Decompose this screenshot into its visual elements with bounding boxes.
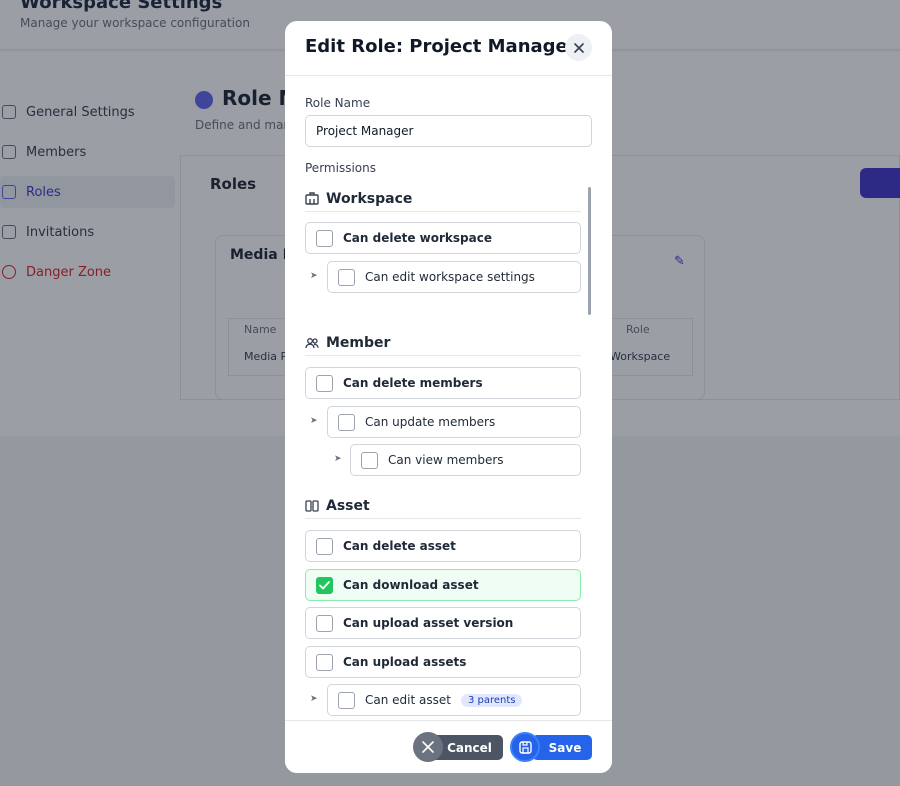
permission-label: Can upload asset version bbox=[343, 616, 514, 630]
child-arrow-icon: ➤ bbox=[310, 416, 318, 426]
permission-label: Can update members bbox=[365, 415, 496, 429]
parents-badge: 3 parents bbox=[460, 693, 523, 707]
save-icon bbox=[518, 740, 532, 754]
close-button[interactable] bbox=[565, 34, 592, 61]
permission-row[interactable]: Can delete workspace bbox=[305, 222, 581, 254]
modal-footer: Cancel Save bbox=[285, 720, 612, 773]
checkbox[interactable] bbox=[316, 653, 333, 671]
check-icon bbox=[319, 580, 330, 589]
permission-label: Can upload assets bbox=[343, 655, 467, 669]
group-title: Asset bbox=[326, 497, 370, 514]
checkbox[interactable] bbox=[316, 229, 333, 247]
modal-header: Edit Role: Project Manager bbox=[285, 21, 612, 76]
cancel-label: Cancel bbox=[447, 740, 492, 755]
permission-row[interactable]: Can edit asset 3 parents bbox=[327, 684, 581, 716]
building-icon bbox=[305, 192, 319, 206]
child-arrow-icon: ➤ bbox=[310, 694, 318, 704]
role-name-input[interactable] bbox=[305, 115, 592, 147]
permissions-list[interactable]: Workspace Can delete workspace ➤ Can edi… bbox=[305, 186, 596, 716]
close-icon bbox=[573, 42, 584, 53]
save-icon-button[interactable] bbox=[510, 732, 540, 762]
group-member: Member bbox=[305, 330, 581, 356]
checkbox[interactable] bbox=[338, 268, 355, 286]
permission-label: Can delete members bbox=[343, 376, 483, 390]
checkbox[interactable] bbox=[361, 451, 378, 469]
modal-title: Edit Role: Project Manager bbox=[305, 36, 577, 57]
permission-row[interactable]: Can upload asset version bbox=[305, 607, 581, 639]
permission-row[interactable]: Can upload assets bbox=[305, 646, 581, 678]
permission-label: Can edit asset bbox=[365, 693, 451, 707]
checkbox[interactable] bbox=[316, 374, 333, 392]
permission-label: Can view members bbox=[388, 453, 504, 467]
permission-row[interactable]: Can update members bbox=[327, 406, 581, 438]
permission-row[interactable]: Can edit workspace settings bbox=[327, 261, 581, 293]
checkbox[interactable] bbox=[316, 537, 333, 555]
save-button[interactable]: Save bbox=[532, 735, 592, 760]
close-icon bbox=[422, 741, 434, 753]
group-title: Workspace bbox=[326, 190, 413, 207]
users-icon bbox=[305, 336, 319, 350]
permission-row[interactable]: Can delete members bbox=[305, 367, 581, 399]
group-workspace: Workspace bbox=[305, 186, 581, 212]
checkbox[interactable] bbox=[316, 614, 333, 632]
permission-row[interactable]: Can view members bbox=[350, 444, 581, 476]
child-arrow-icon: ➤ bbox=[334, 454, 342, 464]
checkbox[interactable] bbox=[338, 413, 355, 431]
permission-row[interactable]: Can delete asset bbox=[305, 530, 581, 562]
asset-icon bbox=[305, 499, 319, 513]
permission-label: Can delete asset bbox=[343, 539, 456, 553]
scrollbar-thumb[interactable] bbox=[588, 187, 591, 315]
group-asset: Asset bbox=[305, 493, 581, 519]
checkbox[interactable] bbox=[338, 691, 355, 709]
group-title: Member bbox=[326, 334, 391, 351]
permission-label: Can edit workspace settings bbox=[365, 270, 535, 284]
permission-label: Can download asset bbox=[343, 578, 479, 592]
role-name-label: Role Name bbox=[305, 96, 371, 110]
edit-role-modal: Edit Role: Project Manager Role Name Per… bbox=[285, 21, 612, 773]
cancel-icon-button[interactable] bbox=[413, 732, 443, 762]
permissions-label: Permissions bbox=[305, 161, 376, 175]
save-label: Save bbox=[548, 740, 582, 755]
permission-label: Can delete workspace bbox=[343, 231, 492, 245]
checkbox-checked[interactable] bbox=[316, 576, 333, 594]
child-arrow-icon: ➤ bbox=[310, 271, 318, 281]
permission-row[interactable]: Can download asset bbox=[305, 569, 581, 601]
